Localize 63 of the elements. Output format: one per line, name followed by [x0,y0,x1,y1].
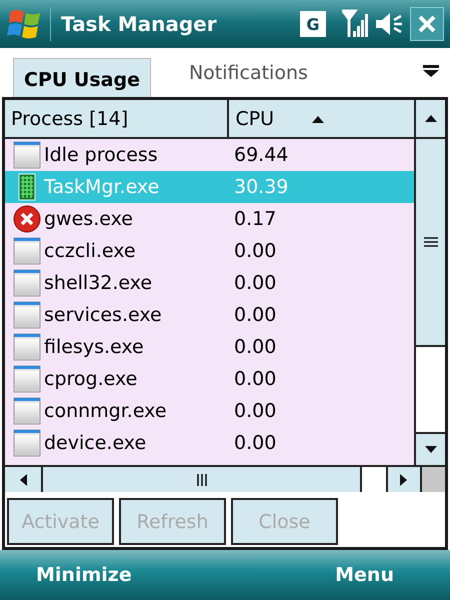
process-row[interactable]: connmgr.exe 0.00 [5,395,414,427]
window-icon [14,142,40,168]
window-icon [14,366,40,392]
process-row[interactable]: shell32.exe 0.00 [5,267,414,299]
window-title: Task Manager [50,7,294,41]
window-icon [14,238,40,264]
process-row[interactable]: services.exe 0.00 [5,299,414,331]
process-name: device.exe [44,432,148,454]
process-name: connmgr.exe [44,400,168,422]
cpu-value: 69.44 [234,144,288,166]
cpu-value: 30.39 [234,176,288,198]
process-name: services.exe [44,304,163,326]
softkey[interactable]: Menu [335,564,394,586]
cpu-value: 0.00 [234,400,276,422]
close-icon [417,14,437,34]
process-name: filesys.exe [44,336,145,358]
cpu-value: 0.00 [234,304,276,326]
process-name: Idle process [44,144,159,166]
scroll-right-button[interactable] [388,467,422,492]
tab[interactable]: Notifications [150,62,422,84]
vertical-scrollbar[interactable] [416,139,445,465]
cpu-value: 0.00 [234,240,276,262]
cpu-value: 0.00 [234,336,276,358]
process-row[interactable]: filesys.exe 0.00 [5,331,414,363]
process-name: gwes.exe [44,208,134,230]
process-name: cprog.exe [44,368,138,390]
process-name: cczcli.exe [44,240,137,262]
column-header-label: CPU [235,108,274,130]
scroll-grip-icon[interactable] [422,237,439,247]
window-icon [14,430,40,456]
signal-icon[interactable] [342,9,368,39]
right-arrow-icon [399,472,409,486]
close-button[interactable] [410,7,444,41]
scroll-down-button[interactable] [416,432,445,465]
window-icon [14,398,40,424]
left-arrow-icon [18,472,28,486]
tab[interactable]: CPU Usage [13,58,151,97]
sort-ascending-icon [310,114,326,124]
process-name: shell32.exe [44,272,154,294]
speaker-icon[interactable] [374,11,404,37]
down-arrow-icon [422,444,439,454]
process-row[interactable]: gwes.exe 0.17 [5,203,414,235]
process-row[interactable]: device.exe 0.00 [5,427,414,459]
scroll-left-button[interactable] [5,467,43,492]
process-row[interactable]: cprog.exe 0.00 [5,363,414,395]
network-status-icon: G [300,11,326,37]
up-arrow-icon [422,114,439,124]
window-icon [14,270,40,296]
grid-icon [18,174,36,200]
scroll-grip-icon[interactable] [196,472,206,486]
window-icon [14,334,40,360]
cpu-value: 0.00 [234,272,276,294]
error-icon [14,206,40,232]
process-row[interactable]: cczcli.exe 0.00 [5,235,414,267]
process-name: TaskMgr.exe [44,176,160,198]
cpu-value: 0.17 [234,208,276,230]
softkey[interactable]: Minimize [36,564,132,586]
scrollbar-corner [422,467,445,492]
process-row[interactable]: Idle process 69.44 [5,139,414,171]
window-icon [14,302,40,328]
cpu-value: 0.00 [234,368,276,390]
dropdown-icon[interactable] [422,64,440,76]
cpu-value: 0.00 [234,432,276,454]
